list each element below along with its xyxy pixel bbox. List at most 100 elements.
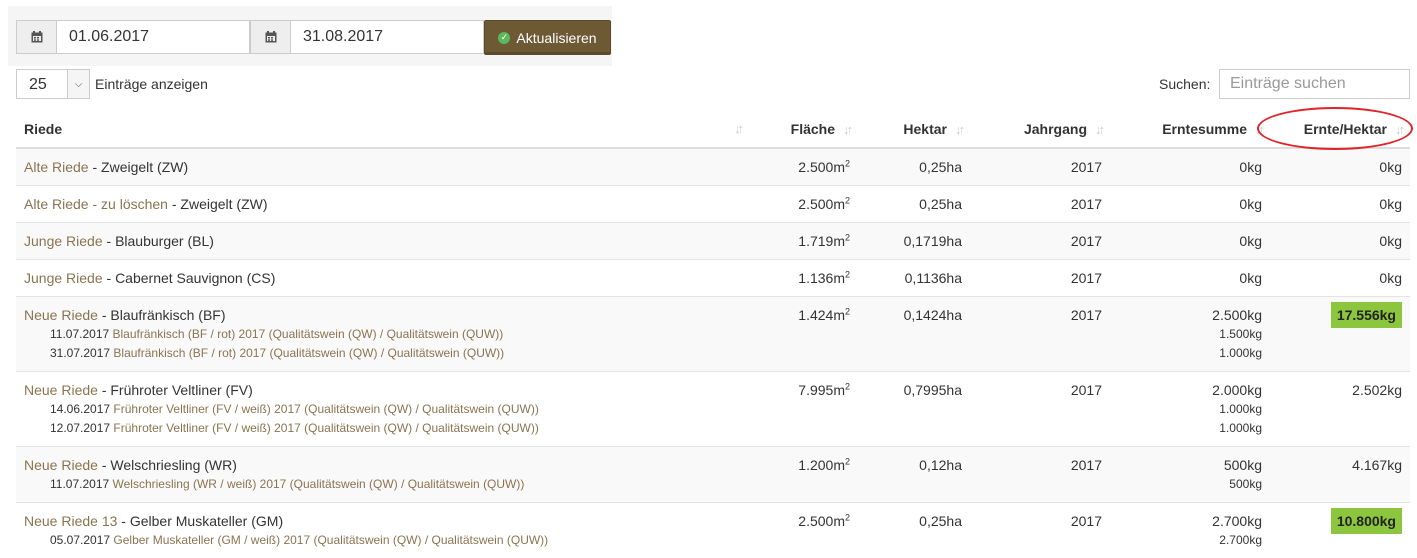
table-row: Junge Riede - Cabernet Sauvignon (CS) 1.1… (16, 260, 1410, 297)
cell-ernte-hektar: 0kg (1270, 186, 1410, 223)
harvest-entry-kg: 2.700kg (1118, 531, 1262, 550)
entries-length-label: Einträge anzeigen (95, 76, 208, 92)
check-circle-icon: ✓ (498, 32, 510, 44)
jahrgang-value: 2017 (1071, 159, 1102, 175)
flaeche-value: 1.136m (798, 270, 845, 286)
sort-icon: ↓↑ (1255, 122, 1262, 137)
table-body: Alte Riede - Zweigelt (ZW)2.500m20,25ha2… (16, 148, 1410, 558)
cell-ernte-hektar: 0kg (1270, 223, 1410, 260)
cell-erntesumme: 2.700kg 2.700kg (1110, 503, 1270, 558)
column-header-erntesumme[interactable]: Erntesumme↓↑ (1110, 110, 1270, 148)
date-from-input[interactable] (56, 20, 250, 54)
riede-link[interactable]: Junge Riede (24, 233, 103, 249)
cell-riede: Neue Riede - Welschriesling (WR) 11.07.20… (16, 447, 751, 503)
harvest-entry: 14.06.2017 Frühroter Veltliner (FV / wei… (24, 400, 743, 419)
cell-hektar: 0,25ha (858, 186, 970, 223)
cell-jahrgang: 2017 (970, 447, 1110, 503)
riede-link[interactable]: Alte Riede (24, 159, 89, 175)
jahrgang-value: 2017 (1071, 457, 1102, 473)
sorte-label: - Frühroter Veltliner (FV) (98, 382, 253, 398)
flaeche-value: 2.500m (798, 513, 845, 529)
flaeche-value: 1.424m (798, 307, 845, 323)
cell-ernte-hektar: 10.800kg (1270, 503, 1410, 558)
harvest-entry-link[interactable]: Welschriesling (WR / weiß) 2017 (Qualitä… (113, 477, 525, 491)
riede-link[interactable]: Alte Riede - zu löschen (24, 196, 168, 212)
table-row: Neue Riede - Frühroter Veltliner (FV) 14.… (16, 372, 1410, 447)
riede-link[interactable]: Neue Riede (24, 382, 98, 398)
ernte-hektar-value: 0kg (1379, 159, 1402, 175)
cell-erntesumme: 0kg (1110, 148, 1270, 186)
cell-flaeche: 1.200m2 (751, 447, 858, 503)
cell-riede: Neue Riede 13 - Gelber Muskateller (GM)0… (16, 503, 751, 558)
riede-link[interactable]: Neue Riede (24, 457, 98, 473)
hektar-value: 0,7995ha (904, 382, 962, 398)
hektar-value: 0,1424ha (904, 307, 962, 323)
harvest-entry-link[interactable]: Blaufränkisch (BF / rot) 2017 (Qualitäts… (113, 346, 504, 360)
jahrgang-value: 2017 (1071, 196, 1102, 212)
column-header-label: Hektar (903, 121, 947, 137)
erntesumme-value: 0kg (1239, 233, 1262, 249)
table-row: Alte Riede - Zweigelt (ZW)2.500m20,25ha2… (16, 148, 1410, 186)
update-button[interactable]: ✓ Aktualisieren (484, 20, 611, 55)
sorte-label: - Welschriesling (WR) (98, 457, 237, 473)
entries-length-value: 25 (17, 70, 67, 98)
cell-riede: Junge Riede - Cabernet Sauvignon (CS) (16, 260, 751, 297)
entries-length-select[interactable]: 25 ⌵ (16, 69, 90, 99)
square-unit: 2 (845, 269, 850, 279)
calendar-icon[interactable] (16, 20, 56, 54)
flaeche-value: 7.995m (798, 382, 845, 398)
cell-hektar: 0,7995ha (858, 372, 970, 447)
harvest-entry-link[interactable]: Frühroter Veltliner (FV / weiß) 2017 (Qu… (113, 421, 538, 435)
cell-hektar: 0,1719ha (858, 223, 970, 260)
column-header-ernte-hektar[interactable]: Ernte/Hektar↓↑ (1270, 110, 1410, 148)
riede-link[interactable]: Neue Riede (24, 307, 98, 323)
chevron-down-icon: ⌵ (67, 70, 89, 98)
cell-erntesumme: 500kg500kg (1110, 447, 1270, 503)
harvest-entry: 12.07.2017 Frühroter Veltliner (FV / wei… (24, 419, 743, 438)
cell-flaeche: 2.500m2 (751, 148, 858, 186)
harvest-entry: 11.07.2017 Welschriesling (WR / weiß) 20… (24, 475, 743, 494)
cell-flaeche: 2.500m2 (751, 186, 858, 223)
flaeche-value: 2.500m (798, 196, 845, 212)
jahrgang-value: 2017 (1071, 513, 1102, 529)
harvest-entry-link[interactable]: Frühroter Veltliner (FV / weiß) 2017 (Qu… (113, 402, 538, 416)
cell-erntesumme: 2.500kg1.500kg1.000kg (1110, 297, 1270, 372)
date-to-group (250, 20, 484, 54)
ernte-hektar-value: 0kg (1379, 270, 1402, 286)
cell-ernte-hektar: 2.502kg (1270, 372, 1410, 447)
harvest-entry-kg: 1.000kg (1118, 344, 1262, 363)
table-row: Junge Riede - Blauburger (BL)1.719m20,17… (16, 223, 1410, 260)
sorte-label: - Zweigelt (ZW) (168, 196, 268, 212)
cell-flaeche: 1.719m2 (751, 223, 858, 260)
hektar-value: 0,1136ha (905, 270, 962, 286)
search-input[interactable] (1219, 69, 1410, 99)
update-button-label: Aktualisieren (516, 30, 596, 46)
harvest-entry-link[interactable]: Gelber Muskateller (GM / weiß) 2017 (Qua… (113, 533, 548, 547)
cell-hektar: 0,1424ha (858, 297, 970, 372)
column-header-jahrgang[interactable]: Jahrgang↓↑ (970, 110, 1110, 148)
column-header-riede[interactable]: Riede ↓↑ (16, 110, 751, 148)
date-to-input[interactable] (290, 20, 484, 54)
riede-link[interactable]: Neue Riede 13 (24, 513, 117, 529)
table-row: Alte Riede - zu löschen - Zweigelt (ZW) 2… (16, 186, 1410, 223)
riede-link[interactable]: Junge Riede (24, 270, 103, 286)
square-unit: 2 (845, 232, 850, 242)
sorte-label: - Blaufränkisch (BF) (98, 307, 226, 323)
harvest-entry-date: 31.07.2017 (50, 346, 110, 360)
square-unit: 2 (845, 158, 850, 168)
cell-hektar: 0,25ha (858, 503, 970, 558)
cell-erntesumme: 0kg (1110, 186, 1270, 223)
column-header-flaeche[interactable]: Fläche↓↑ (751, 110, 858, 148)
cell-jahrgang: 2017 (970, 223, 1110, 260)
calendar-icon[interactable] (250, 20, 290, 54)
table-row: Neue Riede - Blaufränkisch (BF) 11.07.201… (16, 297, 1410, 372)
cell-jahrgang: 2017 (970, 148, 1110, 186)
cell-hektar: 0,1136ha (858, 260, 970, 297)
harvest-entry-date: 11.07.2017 (50, 327, 109, 341)
harvest-entry-date: 12.07.2017 (50, 421, 110, 435)
column-header-hektar[interactable]: Hektar↓↑ (858, 110, 970, 148)
erntesumme-value: 2.700kg (1212, 513, 1262, 529)
harvest-entry-link[interactable]: Blaufränkisch (BF / rot) 2017 (Qualitäts… (113, 327, 504, 341)
sorte-label: - Gelber Muskateller (GM) (117, 513, 283, 529)
cell-ernte-hektar: 0kg (1270, 148, 1410, 186)
